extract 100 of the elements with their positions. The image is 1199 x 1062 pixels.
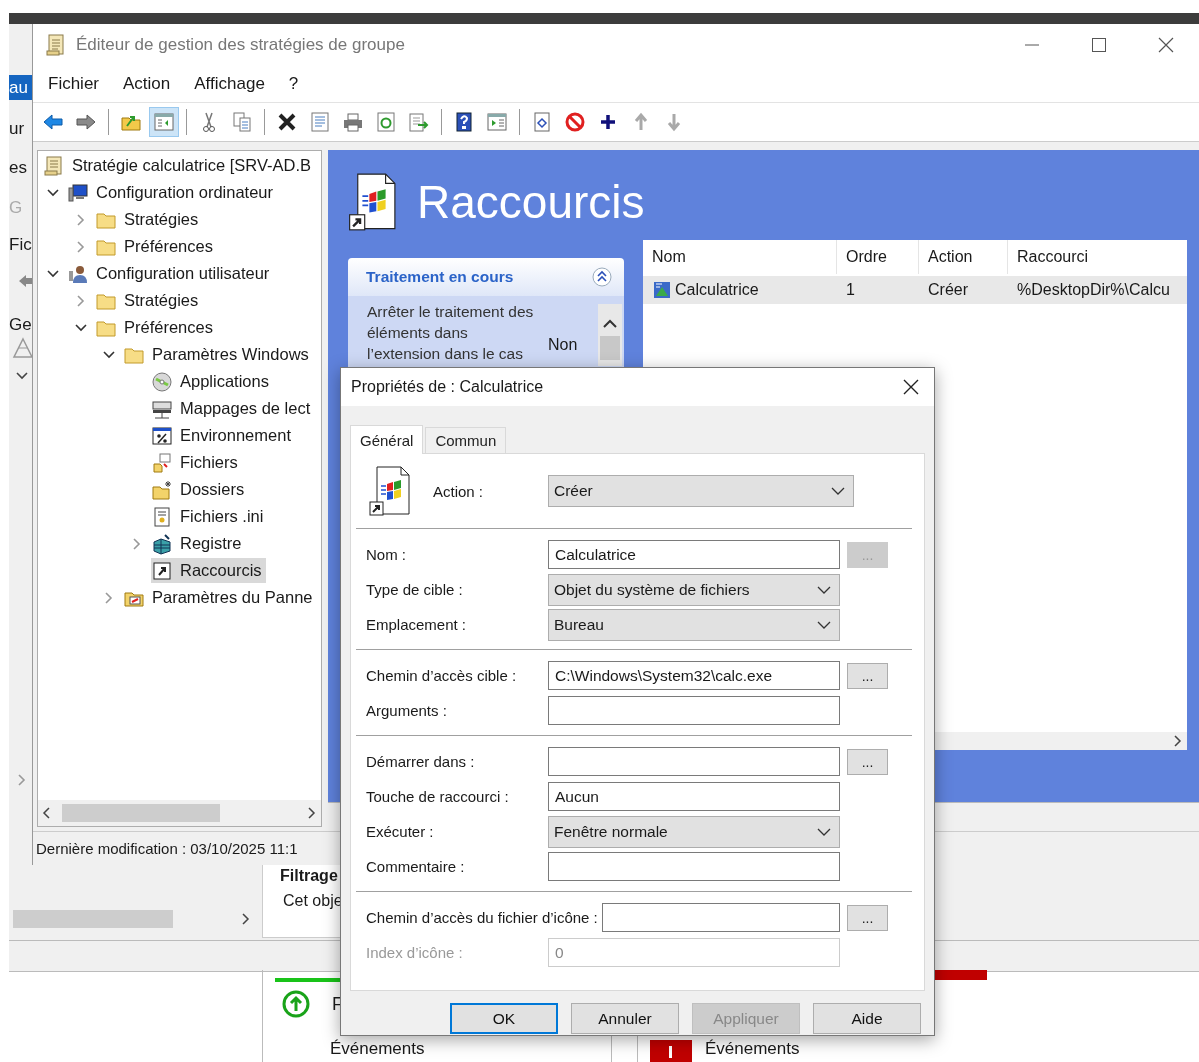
window-icon: [486, 111, 508, 133]
window-title: Éditeur de gestion des stratégies de groupe: [76, 34, 405, 55]
field-label: Chemin d’accès du fichier d’icône :: [366, 909, 599, 926]
chevron-icon: [831, 486, 845, 496]
tree-item[interactable]: Configuration ordinateur: [67, 180, 278, 205]
input-field[interactable]: C:\Windows\System32\calc.exe: [548, 661, 840, 690]
scroll-icon: [43, 154, 65, 177]
side-label[interactable]: es: [9, 155, 33, 180]
scrollbar[interactable]: [38, 800, 321, 826]
browse-button[interactable]: ...: [847, 904, 888, 931]
scrollbar[interactable]: [598, 304, 622, 366]
shortcut-file-icon: [369, 466, 413, 516]
tree-item[interactable]: Préférences: [95, 234, 217, 259]
chevron-icon[interactable]: [241, 913, 251, 925]
side-label[interactable]: Fic: [9, 232, 33, 257]
tree-item[interactable]: Mappages de lect: [151, 396, 315, 421]
tree-item[interactable]: Applications: [151, 369, 273, 394]
menu-item[interactable]: ?: [276, 73, 311, 94]
tree-item[interactable]: Préférences: [95, 315, 217, 340]
tree-item[interactable]: Registre: [151, 531, 246, 556]
tree-item[interactable]: Fichiers: [151, 450, 242, 475]
status-text: Dernière modification : 03/10/2025 11:1: [36, 840, 298, 857]
menu-item[interactable]: Affichage: [182, 73, 277, 94]
tab[interactable]: Général: [350, 425, 424, 454]
folder-icon: [151, 478, 173, 501]
tab[interactable]: Commun: [425, 427, 507, 453]
close-icon: [1157, 36, 1174, 53]
side-label[interactable]: Ge: [9, 312, 33, 337]
minimize-icon: [1023, 43, 1040, 46]
dropdown[interactable]: Objet du système de fichiers: [548, 573, 840, 606]
action-select[interactable]: Créer: [548, 475, 854, 507]
tree-item[interactable]: Environnement: [151, 423, 295, 448]
browse-button[interactable]: ...: [847, 748, 888, 775]
field-label: Nom :: [366, 546, 407, 563]
field-label: Commentaire :: [366, 858, 466, 875]
browse-button[interactable]: ...: [847, 662, 888, 689]
field-label: Arguments :: [366, 702, 448, 719]
maximize-icon: [1090, 36, 1107, 53]
document-icon: [531, 111, 553, 133]
events-label: Événements: [330, 1039, 425, 1059]
stop-icon: [564, 111, 586, 133]
task-text: Arrêter le traitement des éléments dans l’extension dans le cas: [367, 302, 535, 364]
window-icon: [151, 424, 173, 447]
field-label: Démarrer dans :: [366, 753, 476, 770]
field-label: Type de cible :: [366, 581, 464, 598]
right-arrow-icon: [75, 111, 97, 133]
task-value: Non: [548, 335, 578, 355]
list-row[interactable]: Calculatrice 1 Créer %DesktopDir%\Calcu: [643, 276, 1187, 304]
document-icon: [309, 111, 331, 133]
tree-item[interactable]: Stratégies: [95, 288, 203, 313]
refresh-icon: [375, 111, 397, 133]
dialog-button[interactable]: Annuler: [571, 1003, 679, 1034]
task-panel-header[interactable]: Traitement en cours: [348, 258, 624, 296]
help-icon: [453, 111, 475, 133]
input-field[interactable]: [548, 696, 840, 725]
field-label: Action :: [433, 482, 485, 500]
column-header[interactable]: Nom: [643, 240, 837, 274]
tree-item[interactable]: Stratégie calculatrice [SRV-AD.B: [43, 153, 316, 178]
tree-item[interactable]: Raccourcis: [151, 558, 266, 583]
collapse-icon[interactable]: [592, 267, 612, 287]
side-label[interactable]: au: [9, 75, 33, 100]
tree-item[interactable]: Dossiers: [151, 477, 249, 502]
column-header[interactable]: Action: [919, 240, 1008, 274]
files-icon: [151, 451, 173, 474]
chevron-icon[interactable]: [42, 807, 52, 819]
field-label: Exécuter :: [366, 823, 435, 840]
pane-title: Raccourcis: [417, 175, 645, 229]
triangle-icon: [12, 337, 34, 359]
side-label[interactable]: ur: [9, 116, 33, 141]
column-header[interactable]: Raccourci: [1008, 240, 1187, 274]
input-field[interactable]: Aucun: [548, 782, 840, 811]
window-icon: [153, 111, 175, 133]
menu-item[interactable]: Fichier: [36, 73, 111, 94]
dropdown[interactable]: Fenêtre normale: [548, 815, 840, 848]
dropdown[interactable]: Bureau: [548, 608, 840, 641]
table-cell: 1: [846, 281, 855, 299]
column-header[interactable]: Ordre: [837, 240, 919, 274]
dialog-button[interactable]: OK: [450, 1003, 558, 1034]
dialog-button[interactable]: Aide: [813, 1003, 921, 1034]
shortcut-item-icon: [653, 281, 671, 299]
input-field[interactable]: Calculatrice: [548, 540, 840, 569]
tree-item[interactable]: Paramètres du Panne: [123, 585, 317, 610]
tree-item[interactable]: Fichiers .ini: [151, 504, 268, 529]
filter-heading: Filtrage: [280, 867, 338, 885]
tree-item[interactable]: Paramètres Windows: [123, 342, 313, 367]
tree-item[interactable]: Stratégies: [95, 207, 203, 232]
input-field[interactable]: [601, 903, 840, 932]
document-icon: [151, 505, 173, 528]
dialog-title: Propriétés de : Calculatrice: [351, 378, 544, 396]
input-field[interactable]: [548, 852, 840, 881]
scrollbar[interactable]: [935, 732, 1187, 750]
chevron-icon[interactable]: [1173, 735, 1183, 747]
chevron-icon[interactable]: [307, 807, 317, 819]
input-field[interactable]: [548, 747, 840, 776]
tree-item[interactable]: Configuration utilisateur: [67, 261, 274, 286]
chevron-icon[interactable]: [602, 318, 618, 330]
computer-icon: [67, 181, 89, 204]
close-icon: [902, 378, 920, 396]
field-label: Index d’icône :: [366, 944, 464, 961]
menu-item[interactable]: Action: [111, 73, 183, 94]
